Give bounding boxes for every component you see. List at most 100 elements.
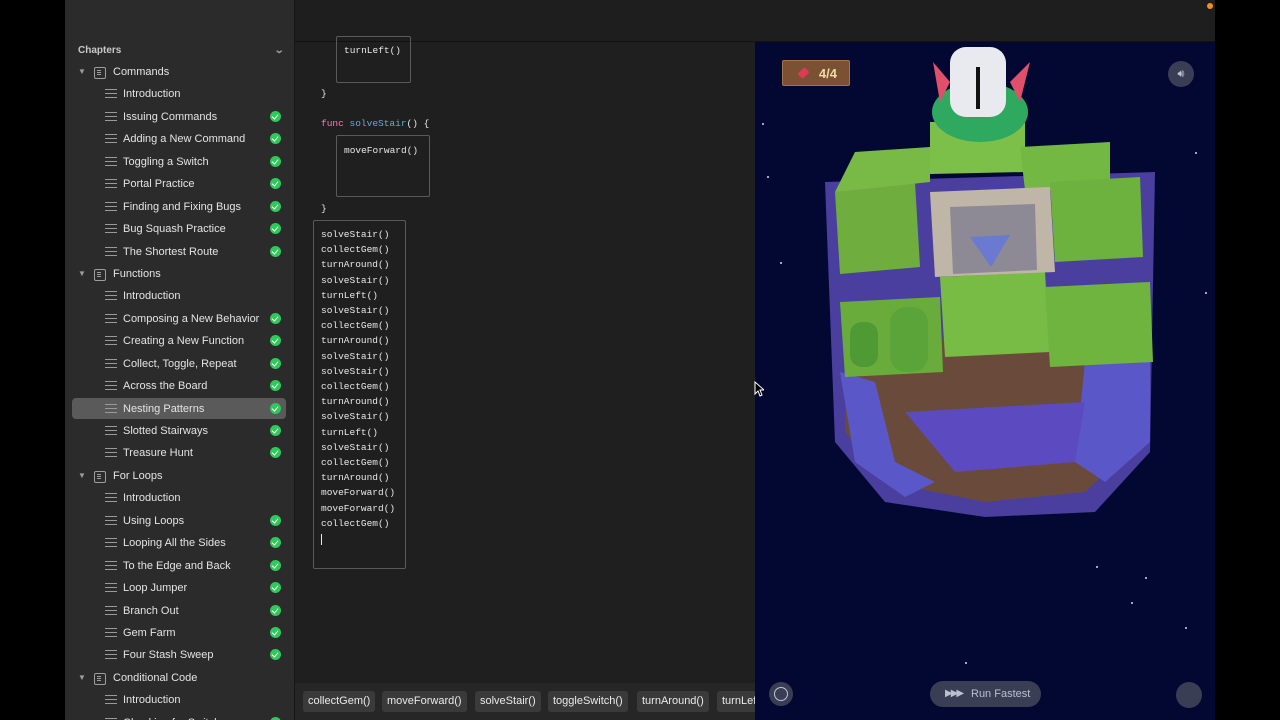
disclosure-triangle-icon[interactable]: ▼ xyxy=(78,667,86,689)
code-line[interactable]: moveForward() xyxy=(344,145,418,156)
chapters-header[interactable]: Chapters ⌄ xyxy=(78,45,284,59)
page-icon xyxy=(105,313,117,323)
checkmark-icon xyxy=(270,245,281,257)
sidebar-item-adding-a-new-command[interactable]: Adding a New Command xyxy=(65,128,294,150)
code-line[interactable]: collectGem() xyxy=(321,518,389,529)
star xyxy=(1185,627,1187,629)
code-line[interactable]: turnLeft() xyxy=(321,427,378,438)
scene-menu-button[interactable] xyxy=(1176,682,1202,708)
disclosure-triangle-icon[interactable]: ▼ xyxy=(78,465,86,487)
chapters-list: ▼ Commands Introduction Issuing Commands Add… xyxy=(65,61,294,720)
sidebar-item-issuing-commands[interactable]: Issuing Commands xyxy=(65,106,294,128)
code-line[interactable]: solveStair() xyxy=(321,411,389,422)
code-line[interactable]: solveStair() xyxy=(321,305,389,316)
shortcut-turnleft[interactable]: turnLeft() xyxy=(717,691,755,712)
sidebar-item-toggling-a-switch[interactable]: Toggling a Switch xyxy=(65,151,294,173)
code-line[interactable]: collectGem() xyxy=(321,457,389,468)
code-line[interactable]: collectGem() xyxy=(321,381,389,392)
function-body-box[interactable]: turnLeft() xyxy=(336,36,411,83)
chevron-down-icon[interactable]: ⌄ xyxy=(273,45,284,56)
code-line[interactable]: turnAround() xyxy=(321,472,389,483)
sidebar-item-slotted-stairways[interactable]: Slotted Stairways xyxy=(65,420,294,442)
sidebar-item-to-the-edge-and-back[interactable]: To the Edge and Back xyxy=(65,555,294,577)
code-line[interactable]: solveStair() xyxy=(321,229,389,240)
sidebar-item-gem-farm[interactable]: Gem Farm xyxy=(65,622,294,644)
shortcut-solvestair[interactable]: solveStair() xyxy=(475,691,541,712)
sidebar-item-portal-practice[interactable]: Portal Practice xyxy=(65,173,294,195)
sidebar-item-checking-for-switches[interactable]: Checking for Switches xyxy=(65,712,294,720)
sidebar-item-across-the-board[interactable]: Across the Board xyxy=(65,375,294,397)
sidebar-item-collect-toggle-repeat[interactable]: Collect, Toggle, Repeat xyxy=(65,353,294,375)
shortcut-moveforward[interactable]: moveForward() xyxy=(382,691,467,712)
page-icon xyxy=(105,358,117,368)
chapters-sidebar: Chapters ⌄ ▼ Commands Introduction Issuing … xyxy=(65,0,295,720)
sidebar-item-introduction[interactable]: Introduction xyxy=(65,285,294,307)
sidebar-item-label: To the Edge and Back xyxy=(123,559,231,572)
grass-block xyxy=(1050,177,1143,262)
main-code-box[interactable]: solveStair() collectGem() turnAround() solv… xyxy=(313,220,406,569)
code-line[interactable]: collectGem() xyxy=(321,244,389,255)
page-icon xyxy=(105,605,117,615)
disclosure-triangle-icon[interactable]: ▼ xyxy=(78,61,86,83)
speaker-icon[interactable]: 🔊︎ xyxy=(1168,61,1194,87)
speed-timer-icon[interactable] xyxy=(769,682,793,706)
sidebar-item-label: Adding a New Command xyxy=(123,133,246,146)
sidebar-item-introduction[interactable]: Introduction xyxy=(65,689,294,711)
shortcut-turnaround[interactable]: turnAround() xyxy=(637,691,709,712)
puzzle-world-illustration xyxy=(825,47,1155,517)
sidebar-item-introduction[interactable]: Introduction xyxy=(65,83,294,105)
code-line[interactable]: turnLeft() xyxy=(321,290,378,301)
code-editor[interactable]: turnLeft() } func solveStair() { moveFor… xyxy=(295,36,755,682)
function-signature: () { xyxy=(406,118,430,129)
sidebar-item-nesting-patterns[interactable]: Nesting Patterns xyxy=(65,397,294,420)
sidebar-item-label: Looping All the Sides xyxy=(123,537,226,550)
sidebar-item-label: Treasure Hunt xyxy=(123,447,193,460)
code-line[interactable]: solveStair() xyxy=(321,442,389,453)
page-icon xyxy=(105,538,117,548)
sidebar-item-label: Functions xyxy=(113,267,161,280)
game-scene[interactable]: 4/4 🔊︎ ▶▶▶ Run Fastest xyxy=(755,42,1215,720)
book-icon xyxy=(94,672,106,685)
playgrounds-window: Chapters ⌄ ▼ Commands Introduction Issuing … xyxy=(65,0,1215,720)
chapter-functions[interactable]: ▼ Functions xyxy=(65,263,294,285)
disclosure-triangle-icon[interactable]: ▼ xyxy=(78,263,86,285)
shortcut-toggleswitch[interactable]: toggleSwitch() xyxy=(548,691,628,712)
sidebar-item-finding-and-fixing-bugs[interactable]: Finding and Fixing Bugs xyxy=(65,196,294,218)
chapter-for-loops[interactable]: ▼ For Loops xyxy=(65,465,294,487)
checkmark-icon xyxy=(270,155,281,167)
function-declaration[interactable]: func solveStair() { xyxy=(321,118,429,129)
chapter-commands[interactable]: ▼ Commands xyxy=(65,61,294,83)
sidebar-item-label: Composing a New Behavior xyxy=(123,312,260,325)
sidebar-item-composing-a-new-behavior[interactable]: Composing a New Behavior xyxy=(65,308,294,330)
sidebar-item-bug-squash-practice[interactable]: Bug Squash Practice xyxy=(65,218,294,240)
sidebar-item-label: Using Loops xyxy=(123,514,185,527)
run-fastest-button[interactable]: ▶▶▶ Run Fastest xyxy=(930,681,1041,707)
shortcut-collectgem[interactable]: collectGem() xyxy=(303,691,376,712)
chapter-conditional-code[interactable]: ▼ Conditional Code xyxy=(65,667,294,689)
sidebar-item-creating-a-new-function[interactable]: Creating a New Function xyxy=(65,330,294,352)
code-line[interactable]: turnAround() xyxy=(321,396,389,407)
sidebar-item-introduction[interactable]: Introduction xyxy=(65,487,294,509)
code-line[interactable]: moveForward() xyxy=(321,487,395,498)
code-line[interactable]: solveStair() xyxy=(321,351,389,362)
code-line[interactable]: turnAround() xyxy=(321,259,389,270)
sidebar-item-looping-all-the-sides[interactable]: Looping All the Sides xyxy=(65,532,294,554)
code-line[interactable]: turnLeft() xyxy=(344,45,401,56)
sidebar-item-four-stash-sweep[interactable]: Four Stash Sweep xyxy=(65,644,294,666)
sidebar-item-treasure-hunt[interactable]: Treasure Hunt xyxy=(65,442,294,464)
star xyxy=(1096,566,1098,568)
code-line[interactable]: collectGem() xyxy=(321,320,389,331)
closing-brace: } xyxy=(321,88,327,99)
function-body-box[interactable]: moveForward() xyxy=(336,135,430,197)
checkmark-icon xyxy=(270,312,281,324)
sidebar-item-branch-out[interactable]: Branch Out xyxy=(65,600,294,622)
code-line[interactable]: moveForward() xyxy=(321,503,395,514)
run-fastest-label: Run Fastest xyxy=(971,688,1031,700)
text-cursor xyxy=(321,534,322,545)
sidebar-item-the-shortest-route[interactable]: The Shortest Route xyxy=(65,241,294,263)
code-line[interactable]: solveStair() xyxy=(321,275,389,286)
sidebar-item-using-loops[interactable]: Using Loops xyxy=(65,510,294,532)
code-line[interactable]: turnAround() xyxy=(321,335,389,346)
sidebar-item-loop-jumper[interactable]: Loop Jumper xyxy=(65,577,294,599)
code-line[interactable]: solveStair() xyxy=(321,366,389,377)
